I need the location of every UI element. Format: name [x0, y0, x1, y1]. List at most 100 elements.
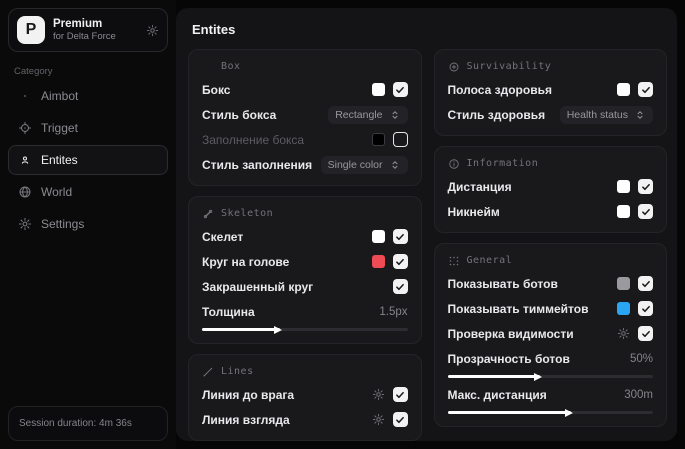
- dropdown[interactable]: Health status: [559, 105, 653, 124]
- card-header: Survivability: [448, 60, 654, 73]
- slider-thumb[interactable]: [274, 325, 283, 334]
- checkbox[interactable]: [392, 254, 408, 269]
- color-swatch[interactable]: [617, 83, 630, 96]
- dropdown[interactable]: Single color: [320, 155, 408, 174]
- unfold-icon: [634, 109, 646, 121]
- gear-icon[interactable]: [146, 24, 159, 37]
- brand-card: P Premium for Delta Force: [8, 8, 168, 52]
- slider-value: 50%: [629, 352, 653, 365]
- setting-label: Дистанция: [447, 179, 512, 194]
- checkbox[interactable]: [638, 326, 653, 341]
- slider-row: Макс. дистанция 300m: [447, 386, 653, 417]
- gear-icon[interactable]: [617, 327, 630, 340]
- setting-label: Полоса здоровья: [447, 82, 552, 97]
- card-title: Lines: [221, 366, 254, 377]
- brand-subtitle: for Delta Force: [53, 31, 116, 43]
- setting-row: Круг на голове: [202, 253, 408, 270]
- card-information: Information Дистанция Никнейм: [433, 146, 667, 233]
- color-swatch[interactable]: [371, 83, 385, 96]
- setting-row: Показывать тиммейтов: [447, 300, 653, 317]
- color-swatch[interactable]: [617, 205, 630, 218]
- slider-track[interactable]: [447, 408, 653, 417]
- row-controls: [617, 179, 653, 194]
- slider-value: 1.5px: [379, 305, 408, 318]
- card-header: Information: [448, 157, 654, 170]
- slider-thumb[interactable]: [533, 372, 542, 381]
- sidebar-item-aimbot[interactable]: M4 9V6a2 2 0 0 1 2-2h3M15 4h3a2 2 0 0 1 …: [8, 81, 168, 111]
- checkbox[interactable]: [392, 279, 408, 294]
- row-controls: [617, 82, 653, 97]
- row-controls: [372, 412, 408, 427]
- sidebar-nav: M4 9V6a2 2 0 0 1 2-2h3M15 4h3a2 2 0 0 1 …: [8, 81, 168, 239]
- sidebar-item-settings[interactable]: Settings: [8, 209, 168, 239]
- color-swatch[interactable]: [617, 302, 630, 315]
- setting-row: Закрашенный круг: [202, 278, 408, 295]
- checkbox[interactable]: [392, 132, 408, 147]
- setting-label: Прозрачность ботов: [447, 351, 570, 366]
- row-controls: [617, 326, 653, 341]
- color-swatch[interactable]: [371, 230, 385, 243]
- row-controls: [372, 387, 408, 402]
- sidebar-item-label: Aimbot: [41, 89, 79, 103]
- setting-label: Закрашенный круг: [202, 279, 314, 294]
- setting-row: Показывать ботов: [448, 275, 653, 292]
- card-header: General: [448, 254, 654, 267]
- color-swatch[interactable]: [617, 277, 630, 290]
- slider-fill: [447, 372, 542, 381]
- card-header: Lines: [202, 365, 408, 378]
- sidebar-item-entites[interactable]: M4 9V6a2 2 0 0 1 2-2h3M15 4h3a2 2 0 0 1 …: [8, 145, 168, 175]
- checkbox[interactable]: [638, 301, 653, 316]
- checkbox[interactable]: [638, 204, 653, 219]
- slider-track[interactable]: [202, 325, 408, 334]
- checkbox[interactable]: [638, 179, 653, 194]
- card-box: M4 9V6a2 2 0 0 1 2-2h3M15 4h3a2 2 0 0 1 …: [188, 49, 422, 186]
- slider-label-row: Толщина 1.5px: [202, 303, 408, 320]
- row-controls: [371, 82, 408, 97]
- card-skeleton: Skeleton Скелет Круг на голове Закрашенный …: [188, 196, 422, 344]
- setting-row: Стиль здоровья Health status: [448, 105, 653, 124]
- dropdown[interactable]: Rectangle: [328, 105, 408, 124]
- unfold-icon: [389, 159, 401, 171]
- color-swatch[interactable]: [371, 255, 385, 268]
- setting-row: Полоса здоровья: [447, 81, 653, 98]
- checkbox[interactable]: [392, 387, 408, 402]
- card-title: Information: [466, 158, 539, 169]
- color-swatch[interactable]: [617, 180, 630, 193]
- slider-row: Толщина 1.5px: [202, 303, 408, 334]
- color-swatch[interactable]: [371, 133, 385, 146]
- gear-icon[interactable]: [372, 413, 385, 426]
- gear-icon[interactable]: [372, 388, 385, 401]
- aimbot-icon: M4 9V6a2 2 0 0 1 2-2h3M15 4h3a2 2 0 0 1 …: [18, 89, 32, 103]
- checkbox[interactable]: [392, 82, 408, 97]
- card-title: General: [466, 255, 513, 266]
- settings-icon: [18, 217, 32, 231]
- checkbox[interactable]: [392, 229, 408, 244]
- brand-text: Premium for Delta Force: [53, 17, 138, 43]
- survivability-icon: [448, 61, 460, 73]
- slider-thumb[interactable]: [564, 408, 573, 417]
- right-column: Survivability Полоса здоровья Стиль здоров…: [433, 49, 667, 441]
- setting-row: Стиль заполнения Single color: [202, 155, 408, 174]
- card-lines: Lines Линия до врага Линия взгляда: [188, 354, 422, 441]
- sidebar-item-trigget[interactable]: Trigget: [8, 113, 168, 143]
- setting-label: Никнейм: [447, 204, 500, 219]
- slider-track[interactable]: [447, 372, 653, 381]
- setting-label: Показывать тиммейтов: [447, 301, 589, 316]
- checkbox[interactable]: [638, 276, 653, 291]
- slider-label-row: Прозрачность ботов 50%: [448, 350, 654, 367]
- sidebar-item-world[interactable]: World: [8, 177, 168, 207]
- checkbox[interactable]: [392, 412, 408, 427]
- row-controls: [617, 301, 653, 316]
- row-controls: [371, 229, 408, 244]
- card-title: Survivability: [466, 61, 552, 72]
- setting-row: Линия взгляда: [202, 411, 408, 428]
- dropdown-value: Rectangle: [335, 108, 383, 121]
- dropdown-value: Single color: [327, 158, 383, 171]
- slider-row: Прозрачность ботов 50%: [447, 350, 654, 381]
- category-label: Category: [14, 66, 53, 77]
- slider-value: 300m: [624, 388, 653, 401]
- setting-label: Толщина: [202, 304, 255, 319]
- checkbox[interactable]: [638, 82, 653, 97]
- trigger-icon: [18, 121, 32, 135]
- setting-row: Скелет: [202, 228, 408, 245]
